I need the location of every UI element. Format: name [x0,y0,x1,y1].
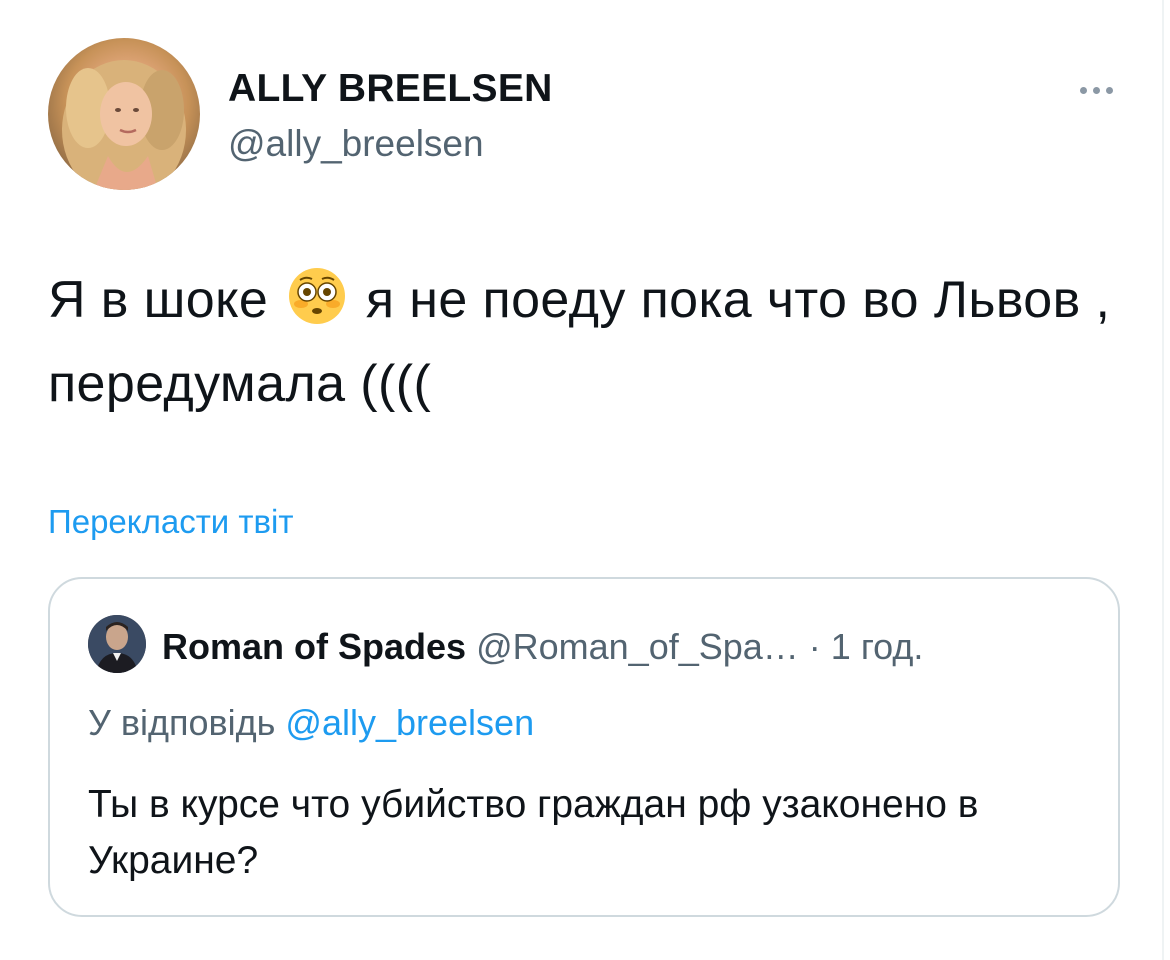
author-handle[interactable]: @ally_breelsen [228,120,484,168]
more-options-button[interactable] [1070,72,1122,108]
quote-author-avatar-photo [88,615,146,673]
quote-author-avatar[interactable] [88,615,146,673]
quote-header: Roman of Spades @Roman_of_Spa… · 1 год. [162,625,923,669]
author-avatar[interactable] [48,38,200,190]
quote-text: Ты в курсе что убийство граждан рф узако… [88,783,979,882]
author-avatar-photo [62,60,186,190]
more-horizontal-icon-dot [1105,86,1113,94]
tweet-text: Я в шоке я не поеду пока что во Львов , … [48,258,1128,426]
quote-timestamp[interactable]: 1 год. [831,626,924,667]
quote-author-display-name[interactable]: Roman of Spades [162,626,466,667]
quote-author-handle[interactable]: @Roman_of_Spa… [476,626,799,667]
reply-prefix: У відповідь [88,702,286,743]
reply-context: У відповідь @ally_breelsen [88,699,534,747]
quoted-tweet-card[interactable]: Roman of Spades @Roman_of_Spa… · 1 год. … [48,577,1120,917]
more-horizontal-icon [1079,86,1087,94]
translate-tweet-link[interactable]: Перекласти твіт [48,500,294,544]
tweet-text-part-1: Я в шоке [48,271,284,329]
author-display-name[interactable]: ALLY BREELSEN [228,64,553,114]
quote-separator: · [798,626,831,667]
scrollbar-track [1162,0,1164,960]
flushed-face-emoji-icon [287,266,347,326]
more-horizontal-icon-dot [1092,86,1100,94]
reply-mention-link[interactable]: @ally_breelsen [285,702,534,743]
